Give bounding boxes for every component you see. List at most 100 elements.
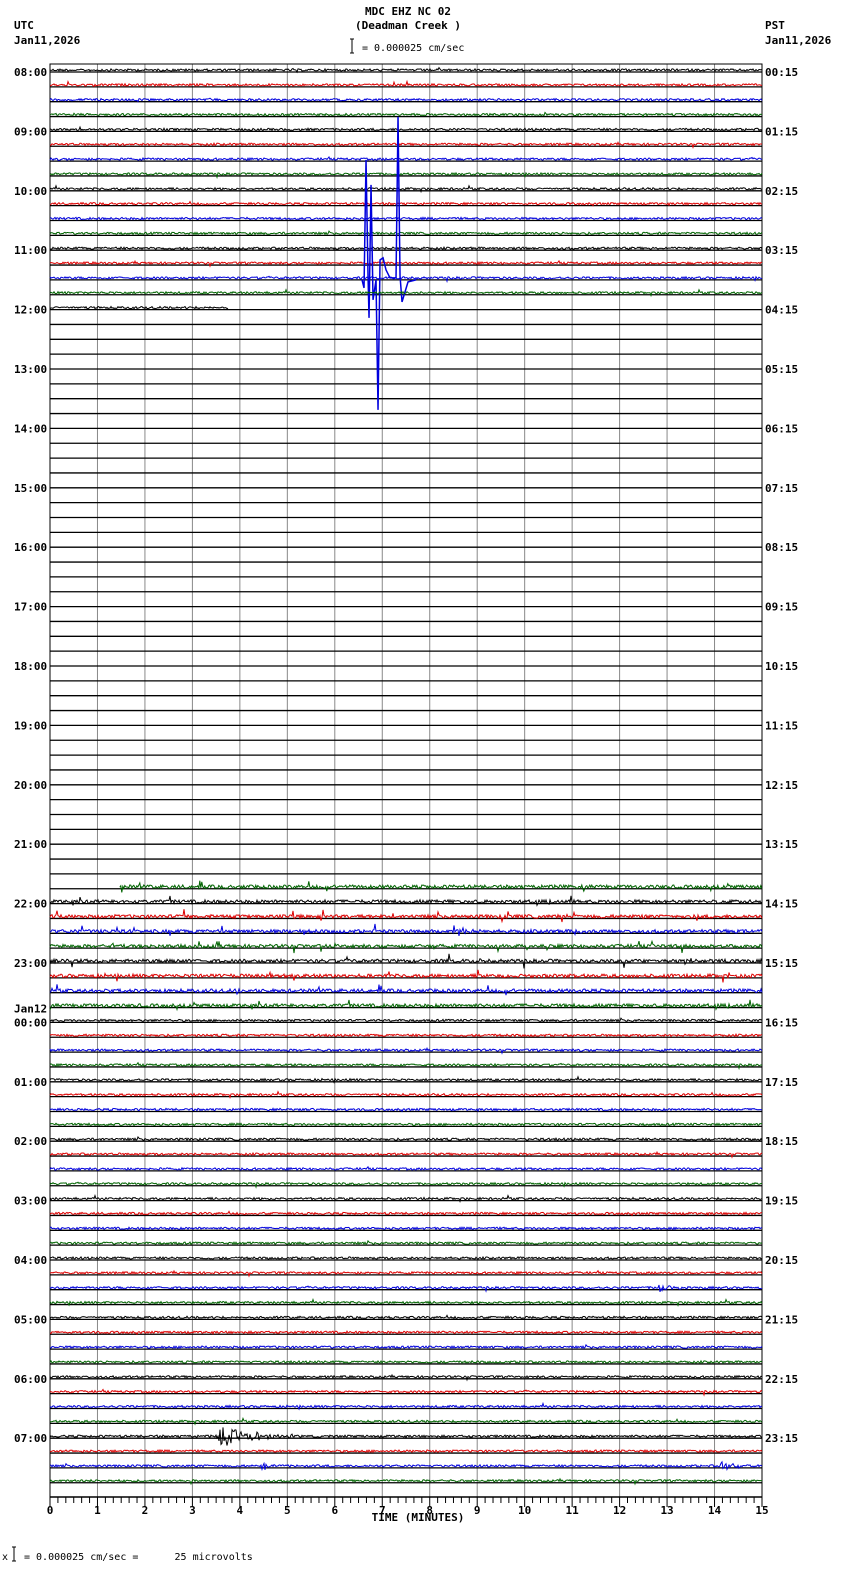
seismic-trace (49, 305, 229, 310)
scale-bar-icon (350, 38, 354, 54)
seismic-trace (49, 999, 763, 1012)
left-hour-label: 15:00 (14, 482, 47, 495)
right-hour-label: 15:15 (765, 957, 798, 970)
left-timezone: UTC (14, 19, 34, 32)
left-hour-label: 08:00 (14, 66, 47, 79)
seismic-trace (49, 1017, 763, 1023)
right-hour-label: 22:15 (765, 1373, 798, 1386)
x-tick-label: 15 (755, 1504, 768, 1517)
right-hour-label: 20:15 (765, 1254, 798, 1267)
seismic-trace (50, 79, 763, 88)
helicorder-chart: MDC EHZ NC 02 (Deadman Creek ) UTC Jan11… (2, 5, 832, 1563)
footer-mark: x (2, 1552, 8, 1563)
x-tick-label: 1 (94, 1504, 101, 1517)
right-hour-label: 18:15 (765, 1135, 798, 1148)
right-hour-label: 14:15 (765, 898, 798, 911)
right-hour-label: 09:15 (765, 601, 798, 614)
left-date: Jan11,2026 (14, 34, 81, 47)
x-tick-label: 5 (284, 1504, 291, 1517)
right-hour-label: 04:15 (765, 304, 798, 317)
seismic-trace (49, 1226, 763, 1231)
seismic-trace (49, 156, 763, 162)
left-hour-label: 16:00 (14, 541, 47, 554)
left-hour-label: 07:00 (14, 1432, 47, 1445)
right-hour-label: 10:15 (765, 660, 798, 673)
seismic-trace (49, 125, 763, 132)
seismic-trace (49, 1359, 763, 1365)
x-tick-label: 14 (708, 1504, 722, 1517)
left-hour-label: 04:00 (14, 1254, 47, 1267)
right-hour-label: 08:15 (765, 541, 798, 554)
x-tick-label: 6 (331, 1504, 338, 1517)
left-hour-label: 14:00 (14, 422, 47, 435)
x-tick-label: 4 (237, 1504, 244, 1517)
seismic-trace (49, 1343, 763, 1350)
seismic-trace (49, 923, 763, 937)
seismic-trace (49, 953, 763, 969)
right-date: Jan11,2026 (765, 34, 832, 47)
plot-frame (49, 63, 763, 1498)
right-hour-label: 03:15 (765, 244, 798, 257)
seismic-trace (49, 1448, 763, 1454)
right-hour-label: 00:15 (765, 66, 798, 79)
seismic-trace (49, 1033, 762, 1038)
left-hour-label: 00:00 (14, 1016, 47, 1029)
seismic-trace (49, 246, 763, 251)
seismic-trace (49, 969, 763, 983)
x-tick-label: 3 (189, 1504, 196, 1517)
seismic-trace (49, 939, 763, 954)
right-hour-label: 06:15 (765, 422, 798, 435)
left-hour-label: 06:00 (14, 1373, 47, 1386)
x-tick-label: 10 (518, 1504, 531, 1517)
footer-scale-note: = 0.000025 cm/sec = 25 microvolts (24, 1552, 253, 1563)
right-hour-label: 21:15 (765, 1313, 798, 1326)
x-tick-label: 12 (613, 1504, 626, 1517)
seismic-trace (49, 1427, 763, 1446)
left-hour-label: 18:00 (14, 660, 47, 673)
right-hour-label: 11:15 (765, 719, 798, 732)
seismic-trace (49, 1314, 763, 1320)
left-hour-label: 20:00 (14, 779, 47, 792)
station-name: (Deadman Creek ) (355, 19, 461, 32)
left-hour-label: 03:00 (14, 1195, 47, 1208)
seismic-trace (49, 1255, 763, 1261)
grid (49, 63, 763, 1498)
left-hour-label: 19:00 (14, 719, 47, 732)
seismic-trace (49, 1284, 763, 1293)
left-hour-label: 09:00 (14, 125, 47, 138)
footer-scale-bar-icon (12, 1546, 16, 1562)
seismic-trace (49, 1239, 763, 1246)
x-tick-label: 13 (660, 1504, 673, 1517)
seismic-trace (49, 230, 763, 236)
right-timezone: PST (765, 19, 785, 32)
right-hour-label: 07:15 (765, 482, 798, 495)
left-hour-label: 17:00 (14, 601, 47, 614)
left-hour-label: 10:00 (14, 185, 47, 198)
left-hour-label: 05:00 (14, 1313, 47, 1326)
scale-label: = 0.000025 cm/sec (362, 43, 464, 54)
left-hour-label: 12:00 (14, 304, 47, 317)
right-hour-label: 23:15 (765, 1432, 798, 1445)
right-hour-label: 01:15 (765, 125, 798, 138)
seismic-trace (49, 216, 763, 221)
station-title: MDC EHZ NC 02 (365, 5, 451, 18)
seismic-trace (119, 880, 763, 893)
right-hour-label: 05:15 (765, 363, 798, 376)
right-hour-label: 12:15 (765, 779, 798, 792)
seismic-trace (49, 1136, 763, 1142)
left-hour-label: 02:00 (14, 1135, 47, 1148)
left-hour-label: 21:00 (14, 838, 47, 851)
x-axis-label: TIME (MINUTES) (372, 1511, 465, 1524)
x-tick-label: 11 (566, 1504, 580, 1517)
right-hour-label: 13:15 (765, 838, 798, 851)
right-hour-label: 02:15 (765, 185, 798, 198)
seismic-trace (49, 1460, 763, 1472)
left-hour-label: 11:00 (14, 244, 47, 257)
left-hour-label: 13:00 (14, 363, 47, 376)
seismic-trace (49, 984, 763, 996)
seismic-trace (49, 1165, 763, 1171)
x-tick-label: 9 (474, 1504, 481, 1517)
left-hour-label: 23:00 (14, 957, 47, 970)
date-change-label: Jan12 (14, 1002, 47, 1015)
left-hour-label: 01:00 (14, 1076, 47, 1089)
